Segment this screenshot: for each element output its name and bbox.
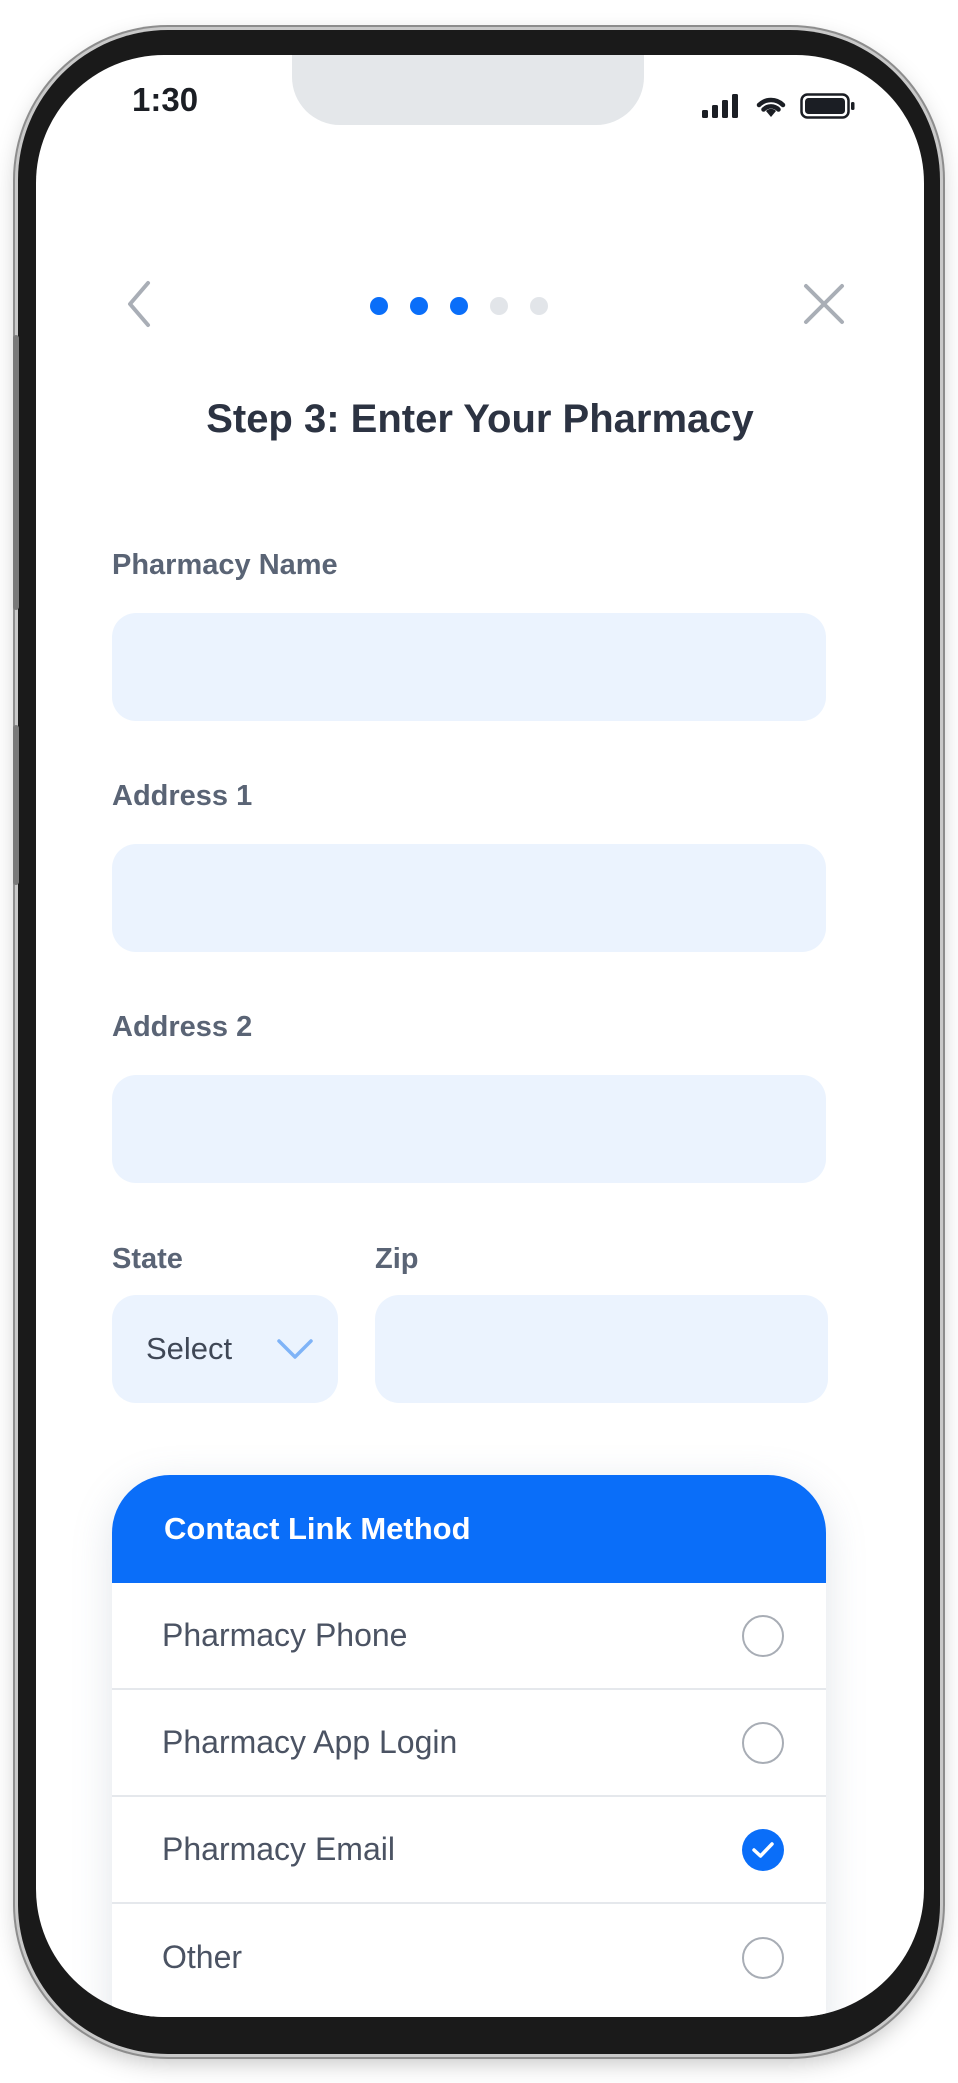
volume-button bbox=[13, 335, 19, 610]
chevron-left-icon bbox=[128, 281, 150, 327]
contact-option-row[interactable]: Pharmacy Email bbox=[112, 1797, 826, 1904]
checkmark-icon bbox=[752, 1841, 774, 1858]
contact-option-label: Pharmacy Phone bbox=[162, 1617, 408, 1653]
wifi-icon bbox=[756, 97, 786, 117]
back-button[interactable] bbox=[118, 277, 158, 331]
radio-unchecked[interactable] bbox=[742, 1614, 784, 1657]
status-time: 1:30 bbox=[132, 81, 199, 118]
contact-option-row[interactable]: Pharmacy App Login bbox=[112, 1690, 826, 1797]
radio-unchecked[interactable] bbox=[742, 1936, 784, 1979]
chevron-down-icon bbox=[277, 1339, 313, 1359]
state-select[interactable]: Select bbox=[112, 1295, 338, 1403]
page-title: Step 3: Enter Your Pharmacy bbox=[206, 397, 754, 441]
progress-dot-active bbox=[450, 297, 468, 315]
zip-input[interactable] bbox=[375, 1295, 828, 1403]
address2-input[interactable] bbox=[112, 1075, 826, 1183]
battery-icon bbox=[800, 93, 855, 119]
progress-dot bbox=[490, 297, 508, 315]
signal-icon bbox=[702, 94, 738, 118]
screen: 1:30 Step 3: Enter Your Pharmacy Pharmac… bbox=[36, 55, 924, 2017]
close-button[interactable] bbox=[800, 280, 848, 328]
contact-option-row[interactable]: Pharmacy Phone bbox=[112, 1583, 826, 1690]
state-label: State bbox=[112, 1243, 183, 1275]
pharmacy-name-input[interactable] bbox=[112, 613, 826, 721]
contact-method-options: Pharmacy Phone Pharmacy App Login Pharmacy… bbox=[112, 1583, 826, 2011]
status-icons bbox=[702, 93, 856, 119]
radio-unchecked[interactable] bbox=[742, 1721, 784, 1764]
address1-input[interactable] bbox=[112, 844, 826, 952]
volume-button bbox=[13, 725, 19, 885]
contact-option-label: Pharmacy App Login bbox=[162, 1724, 458, 1760]
state-select-value: Select bbox=[146, 1331, 233, 1366]
progress-dot bbox=[530, 297, 548, 315]
zip-label: Zip bbox=[375, 1243, 419, 1275]
close-icon bbox=[804, 284, 844, 324]
radio-checked[interactable] bbox=[742, 1828, 784, 1871]
notch bbox=[292, 55, 644, 125]
address1-label: Address 1 bbox=[112, 780, 253, 812]
address2-label: Address 2 bbox=[112, 1011, 253, 1043]
contact-option-label: Other bbox=[162, 1939, 243, 1975]
progress-dot-active bbox=[410, 297, 428, 315]
step-progress-dots bbox=[370, 297, 548, 315]
contact-method-header: Contact Link Method bbox=[112, 1475, 826, 1583]
contact-option-label: Pharmacy Email bbox=[162, 1831, 395, 1867]
contact-option-row[interactable]: Other bbox=[112, 1904, 826, 2011]
contact-method-card: Contact Link Method Pharmacy Phone Pharma… bbox=[112, 1475, 826, 2017]
progress-dot-active bbox=[370, 297, 388, 315]
pharmacy-name-label: Pharmacy Name bbox=[112, 549, 338, 581]
